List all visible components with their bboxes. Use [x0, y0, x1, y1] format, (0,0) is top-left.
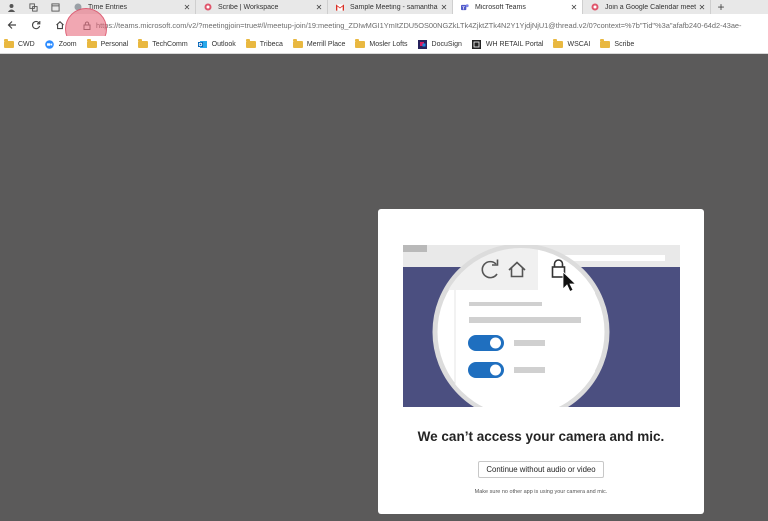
- mic-toggle: [468, 362, 504, 378]
- scribe-icon: [591, 3, 599, 11]
- bookmark-wh-retail-portal[interactable]: WH RETAIL Portal: [472, 40, 544, 49]
- bookmark-wscai[interactable]: WSCAI: [553, 39, 591, 49]
- bookmark-label: DocuSign: [431, 41, 462, 48]
- folder-icon: [600, 39, 611, 49]
- gmail-icon: [336, 3, 344, 11]
- bookmarks-bar: CWD Zoom Personal TechComm Outlook Tribe…: [0, 36, 768, 54]
- folder-icon: [86, 39, 97, 49]
- bookmark-label: WSCAI: [567, 41, 591, 48]
- tab-scribe-workspace[interactable]: Scribe | Workspace ✕: [196, 0, 328, 14]
- wh-icon: [472, 40, 482, 49]
- bookmark-zoom[interactable]: Zoom: [45, 40, 77, 49]
- close-icon[interactable]: ✕: [696, 3, 708, 12]
- close-icon[interactable]: ✕: [568, 3, 580, 12]
- tab-actions-icon[interactable]: [44, 0, 66, 14]
- address-bar: https://teams.microsoft.com/v2/?meetingj…: [0, 14, 768, 36]
- bookmark-techcomm[interactable]: TechComm: [138, 39, 188, 49]
- teams-icon: T: [461, 3, 469, 11]
- permission-illustration: [403, 245, 680, 407]
- dialog-note: Make sure no other app is using your cam…: [474, 489, 608, 495]
- tab-title: Sample Meeting - samanthakay@: [350, 3, 438, 11]
- bookmark-label: Merrill Place: [306, 41, 346, 48]
- bookmark-scribe[interactable]: Scribe: [600, 39, 635, 49]
- bookmark-label: Personal: [100, 41, 129, 48]
- close-icon[interactable]: ✕: [181, 3, 193, 12]
- bookmark-label: TechComm: [152, 41, 188, 48]
- tab-title: Time Entries: [88, 3, 128, 11]
- close-icon[interactable]: ✕: [313, 3, 325, 12]
- dialog-title: We can’t access your camera and mic.: [417, 429, 665, 444]
- back-button[interactable]: [0, 14, 24, 36]
- bookmark-label: Zoom: [58, 41, 77, 48]
- url-field[interactable]: https://teams.microsoft.com/v2/?meetingj…: [78, 17, 768, 33]
- home-icon: [56, 21, 64, 30]
- tab-title: Microsoft Teams: [475, 3, 526, 11]
- camera-toggle: [468, 335, 504, 351]
- bookmark-mosler-lofts[interactable]: Mosler Lofts: [355, 39, 408, 49]
- folder-icon: [355, 39, 366, 49]
- tab-join-google-calendar[interactable]: Join a Google Calendar meeting ✕: [583, 0, 711, 14]
- bookmark-label: Outlook: [211, 41, 236, 48]
- folder-icon: [245, 39, 256, 49]
- bookmark-label: Scribe: [614, 41, 635, 48]
- scribe-icon: [204, 3, 212, 11]
- new-tab-button[interactable]: +: [711, 0, 731, 14]
- bookmark-tribeca[interactable]: Tribeca: [245, 39, 283, 49]
- folder-icon: [292, 39, 303, 49]
- tab-microsoft-teams[interactable]: T Microsoft Teams ✕: [453, 0, 583, 14]
- url-text: https://teams.microsoft.com/v2/?meetingj…: [96, 20, 742, 30]
- reload-icon: [31, 20, 41, 30]
- tab-sample-meeting[interactable]: Sample Meeting - samanthakay@ ✕: [328, 0, 453, 14]
- bookmark-cwd[interactable]: CWD: [4, 39, 35, 49]
- folder-icon: [553, 39, 564, 49]
- continue-without-audio-video-button[interactable]: Continue without audio or video: [478, 461, 604, 478]
- camera-permission-dialog: We can’t access your camera and mic. Con…: [378, 209, 704, 514]
- tab-title: Join a Google Calendar meeting: [605, 3, 696, 11]
- close-icon[interactable]: ✕: [438, 3, 450, 12]
- profile-icon[interactable]: [0, 0, 22, 14]
- bookmark-docusign[interactable]: DocuSign: [418, 40, 462, 49]
- bookmark-merrill-place[interactable]: Merrill Place: [292, 39, 346, 49]
- docusign-icon: [418, 40, 428, 49]
- bookmark-label: CWD: [18, 41, 35, 48]
- outlook-icon: [198, 41, 208, 49]
- folder-icon: [4, 39, 14, 49]
- bookmark-label: Mosler Lofts: [369, 41, 408, 48]
- folder-icon: [138, 39, 149, 49]
- back-arrow-icon: [7, 21, 16, 29]
- bookmark-outlook[interactable]: Outlook: [198, 41, 236, 49]
- tab-strip: Time Entries ✕ Scribe | Workspace ✕ Samp…: [0, 0, 768, 14]
- bookmark-personal[interactable]: Personal: [86, 39, 129, 49]
- bookmark-label: WH RETAIL Portal: [485, 41, 544, 48]
- svg-text:T: T: [462, 5, 465, 10]
- workspaces-icon[interactable]: [22, 0, 44, 14]
- reload-button[interactable]: [24, 14, 48, 36]
- zoom-icon: [45, 40, 55, 49]
- bookmark-label: Tribeca: [259, 41, 283, 48]
- tab-title: Scribe | Workspace: [218, 3, 279, 11]
